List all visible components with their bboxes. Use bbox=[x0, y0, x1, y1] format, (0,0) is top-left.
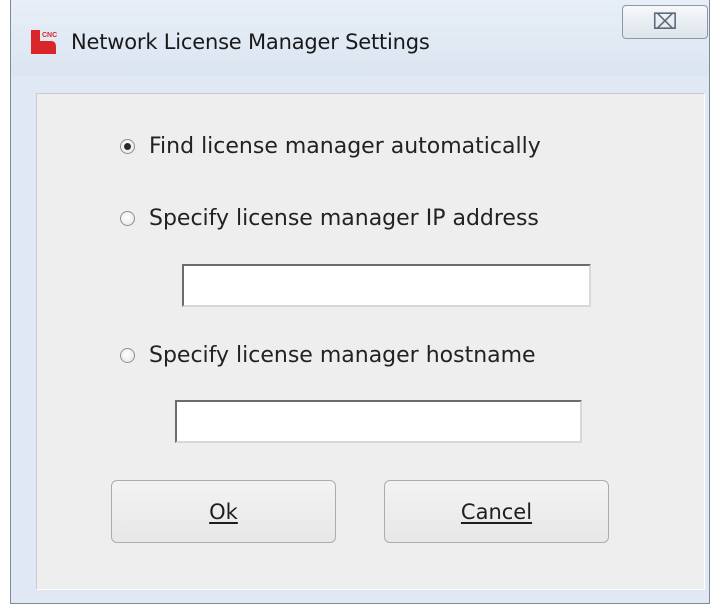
radio-auto[interactable] bbox=[120, 139, 135, 154]
option-ip[interactable]: Specify license manager IP address bbox=[120, 206, 539, 231]
ok-button-label: Ok bbox=[209, 499, 238, 524]
ip-address-input[interactable] bbox=[182, 264, 591, 307]
svg-text:CNC: CNC bbox=[42, 32, 57, 39]
option-auto-label: Find license manager automatically bbox=[149, 134, 541, 159]
dialog-window: CNC Network License Manager Settings ⌧ F… bbox=[10, 0, 710, 604]
radio-ip[interactable] bbox=[120, 211, 135, 226]
app-icon: CNC bbox=[31, 30, 57, 54]
radio-hostname[interactable] bbox=[120, 348, 135, 363]
hostname-input[interactable] bbox=[175, 400, 582, 443]
settings-panel: Find license manager automatically Speci… bbox=[36, 93, 705, 590]
close-icon: ⌧ bbox=[652, 9, 678, 35]
window-title: Network License Manager Settings bbox=[71, 30, 430, 54]
option-ip-label: Specify license manager IP address bbox=[149, 206, 539, 231]
option-hostname[interactable]: Specify license manager hostname bbox=[120, 343, 536, 368]
close-button[interactable]: ⌧ bbox=[622, 5, 708, 39]
cancel-button-label: Cancel bbox=[460, 499, 533, 524]
option-hostname-label: Specify license manager hostname bbox=[149, 343, 536, 368]
title-bar[interactable]: CNC Network License Manager Settings ⌧ bbox=[11, 0, 709, 76]
option-auto[interactable]: Find license manager automatically bbox=[120, 134, 541, 159]
ok-button[interactable]: Ok bbox=[111, 480, 336, 543]
cancel-button[interactable]: Cancel bbox=[384, 480, 609, 543]
